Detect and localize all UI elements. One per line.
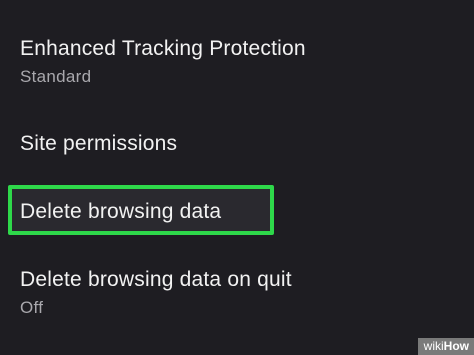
setting-title: Delete browsing data bbox=[20, 200, 222, 223]
setting-subtitle: Standard bbox=[20, 67, 92, 86]
watermark-wiki: wiki bbox=[423, 339, 444, 353]
setting-title: Site permissions bbox=[20, 132, 178, 155]
setting-enhanced-tracking-protection[interactable]: Enhanced Tracking Protection Standard bbox=[0, 36, 474, 88]
setting-title: Delete browsing data on quit bbox=[20, 268, 292, 291]
settings-list: Enhanced Tracking Protection Standard Si… bbox=[0, 0, 474, 355]
setting-site-permissions[interactable]: Site permissions bbox=[0, 131, 474, 157]
setting-subtitle: Off bbox=[20, 298, 44, 317]
setting-delete-browsing-data[interactable]: Delete browsing data bbox=[0, 199, 474, 225]
setting-title: Enhanced Tracking Protection bbox=[20, 37, 306, 60]
setting-delete-browsing-data-on-quit[interactable]: Delete browsing data on quit Off bbox=[0, 267, 474, 319]
wikihow-watermark: wiki How bbox=[417, 338, 474, 355]
watermark-how: How bbox=[443, 339, 469, 353]
